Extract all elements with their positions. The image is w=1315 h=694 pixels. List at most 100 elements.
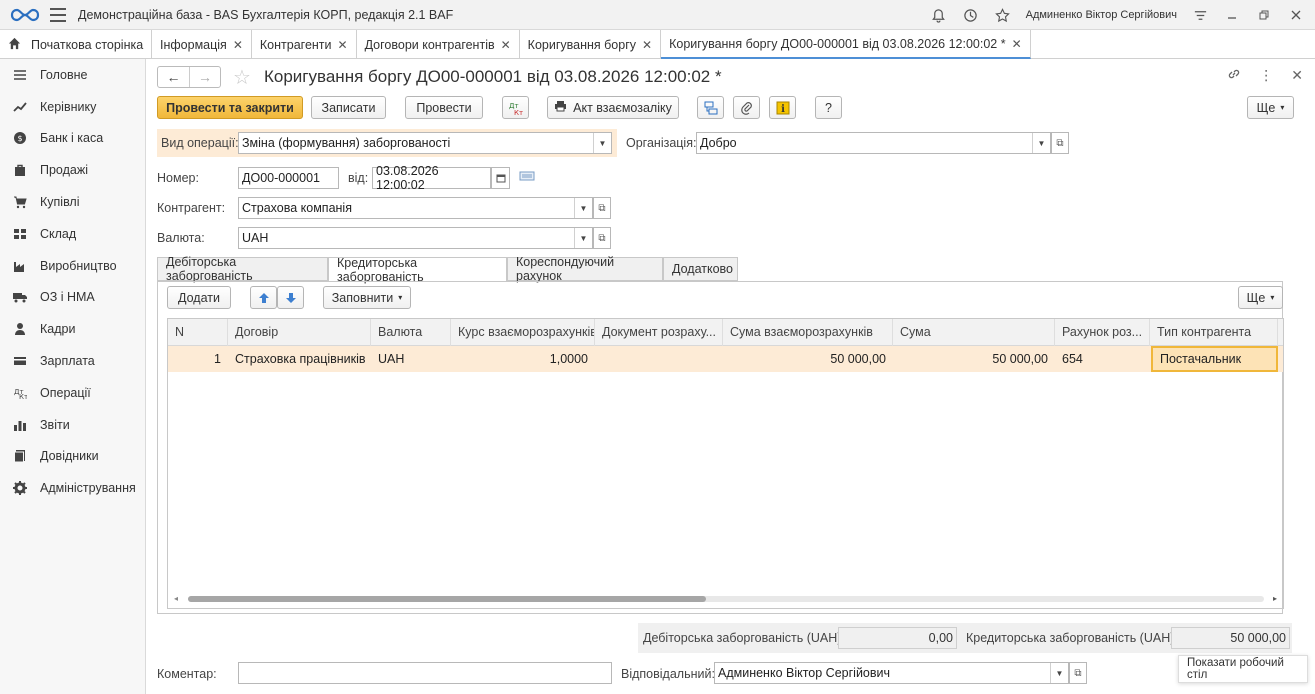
sidebar-item-sales[interactable]: Продажі	[0, 154, 145, 186]
info-button[interactable]: i	[769, 96, 796, 119]
tab-home[interactable]: Початкова сторінка	[0, 30, 152, 59]
comment-input[interactable]	[238, 662, 612, 684]
responsible-select[interactable]: Админенко Віктор Сергійович ▼	[714, 662, 1069, 684]
save-button[interactable]: Записати	[311, 96, 386, 119]
post-button[interactable]: Провести	[405, 96, 483, 119]
more-vertical-icon[interactable]: ⋮	[1259, 67, 1273, 84]
bell-icon[interactable]	[930, 6, 948, 24]
cell-sum[interactable]: 50 000,00	[893, 346, 1055, 372]
restore-icon[interactable]	[1255, 6, 1273, 24]
mutual-offset-act-button[interactable]: Акт взаємозаліку	[547, 96, 679, 119]
tab-receivables[interactable]: Дебіторська заборгованість	[157, 255, 328, 283]
sidebar-item-bank[interactable]: $ Банк і каса	[0, 123, 145, 155]
currency-select[interactable]: UAH ▼	[238, 227, 593, 249]
tab-debt-adjustments[interactable]: Коригування боргу ✕	[520, 30, 662, 59]
sidebar-item-catalogs[interactable]: Довідники	[0, 441, 145, 473]
attach-button[interactable]	[733, 96, 760, 119]
favorite-star-icon[interactable]: ☆	[233, 65, 251, 90]
scroll-right-icon[interactable]: ▸	[1273, 594, 1277, 603]
app-logo-icon[interactable]	[10, 5, 42, 25]
chevron-down-icon[interactable]: ▼	[1032, 133, 1050, 153]
cell-n[interactable]: 1	[168, 346, 228, 372]
settings-menu-icon[interactable]	[1191, 6, 1209, 24]
sidebar-item-hr[interactable]: Кадри	[0, 313, 145, 345]
sidebar-item-fixed-assets[interactable]: ОЗ і НМА	[0, 282, 145, 314]
column-header-n[interactable]: N	[168, 319, 228, 346]
date-input[interactable]: 03.08.2026 12:00:02	[372, 164, 491, 192]
close-tab-icon[interactable]: ✕	[338, 38, 348, 52]
open-contractor-icon[interactable]: ⧉	[593, 197, 611, 219]
column-header-settlement-sum[interactable]: Сума взаєморозрахунків	[723, 319, 893, 346]
structure-button[interactable]	[697, 96, 724, 119]
close-tab-icon[interactable]: ✕	[501, 38, 511, 52]
tab-contractors[interactable]: Контрагенти ✕	[252, 30, 357, 59]
chevron-down-icon[interactable]: ▼	[1050, 663, 1068, 683]
column-header-contractor-type[interactable]: Тип контрагента	[1150, 319, 1278, 346]
close-form-icon[interactable]: ✕	[1291, 67, 1303, 84]
organization-select[interactable]: Добро ▼	[696, 132, 1051, 154]
dt-kt-button[interactable]: Дт Кт	[502, 96, 529, 119]
cell-rate[interactable]: 1,0000	[451, 346, 595, 372]
tab-corresponding-account[interactable]: Кореспондуючий рахунок	[507, 255, 663, 283]
column-header-document[interactable]: Документ розраху...	[595, 319, 723, 346]
close-tab-icon[interactable]: ✕	[1012, 37, 1022, 51]
chevron-down-icon[interactable]: ▼	[574, 198, 592, 218]
cell-currency[interactable]: UAH	[371, 346, 451, 372]
show-desktop-tooltip[interactable]: Показати робочий стіл	[1178, 655, 1308, 683]
column-header-rate[interactable]: Курс взаєморозрахунків	[451, 319, 595, 346]
tab-contracts[interactable]: Договори контрагентів ✕	[357, 30, 520, 59]
back-arrow-icon[interactable]: ←	[158, 67, 189, 87]
operation-type-select[interactable]: Зміна (формування) заборгованості ▼	[238, 132, 612, 154]
chevron-down-icon[interactable]: ▼	[574, 228, 592, 248]
sidebar-item-admin[interactable]: Адміністрування	[0, 472, 145, 504]
table-more-button[interactable]: Ще ▾	[1238, 286, 1283, 309]
tab-payables[interactable]: Кредиторська заборгованість	[328, 256, 507, 284]
column-header-account[interactable]: Рахунок роз...	[1055, 319, 1150, 346]
sidebar-item-warehouse[interactable]: Склад	[0, 218, 145, 250]
tab-info[interactable]: Інформація ✕	[152, 30, 252, 59]
close-window-icon[interactable]	[1287, 6, 1305, 24]
sidebar-item-main[interactable]: Головне	[0, 59, 145, 91]
close-tab-icon[interactable]: ✕	[642, 38, 652, 52]
tab-debt-adjustment-doc[interactable]: Коригування боргу ДО00-000001 від 03.08.…	[661, 30, 1031, 59]
cell-settlement-sum[interactable]: 50 000,00	[723, 346, 893, 372]
forward-arrow-icon[interactable]: →	[189, 67, 220, 87]
sidebar-item-manager[interactable]: Керівнику	[0, 91, 145, 123]
fill-button[interactable]: Заповнити ▾	[323, 286, 411, 309]
cell-contractor-type[interactable]: Постачальник	[1151, 346, 1278, 372]
cell-contract[interactable]: Страховка працівників	[228, 346, 371, 372]
add-row-button[interactable]: Додати	[167, 286, 231, 309]
cell-account[interactable]: 654	[1055, 346, 1150, 372]
favorites-star-icon[interactable]	[994, 6, 1012, 24]
help-button[interactable]: ?	[815, 96, 842, 119]
close-tab-icon[interactable]: ✕	[233, 38, 243, 52]
calendar-icon[interactable]	[491, 167, 510, 189]
sidebar-item-production[interactable]: Виробництво	[0, 250, 145, 282]
contractor-select[interactable]: Страхова компанія ▼	[238, 197, 593, 219]
link-icon[interactable]	[1227, 67, 1241, 84]
column-header-currency[interactable]: Валюта	[371, 319, 451, 346]
move-up-button[interactable]	[250, 286, 277, 309]
main-menu-icon[interactable]	[50, 7, 66, 22]
cell-document[interactable]	[595, 346, 723, 372]
open-responsible-icon[interactable]: ⧉	[1069, 662, 1087, 684]
open-currency-icon[interactable]: ⧉	[593, 227, 611, 249]
horizontal-scrollbar[interactable]	[188, 596, 1264, 602]
more-actions-button[interactable]: Ще ▾	[1247, 96, 1294, 119]
scroll-left-icon[interactable]: ◂	[174, 594, 178, 603]
sidebar-item-salary[interactable]: Зарплата	[0, 345, 145, 377]
scrollbar-thumb[interactable]	[188, 596, 706, 602]
column-header-contract[interactable]: Договір	[228, 319, 371, 346]
sidebar-item-operations[interactable]: Дт Кт Операції	[0, 377, 145, 409]
keyboard-icon[interactable]	[519, 170, 535, 185]
column-header-sum[interactable]: Сума	[893, 319, 1055, 346]
open-organization-icon[interactable]: ⧉	[1051, 132, 1069, 154]
history-icon[interactable]	[962, 6, 980, 24]
post-and-close-button[interactable]: Провести та закрити	[157, 96, 303, 119]
current-user[interactable]: Админенко Віктор Сергійович	[1026, 9, 1177, 21]
number-input[interactable]: ДО00-000001	[238, 167, 339, 189]
table-row[interactable]: 1 Страховка працівників UAH 1,0000 50 00…	[168, 346, 1283, 372]
chevron-down-icon[interactable]: ▼	[593, 133, 611, 153]
sidebar-item-purchases[interactable]: Купівлі	[0, 186, 145, 218]
minimize-icon[interactable]	[1223, 6, 1241, 24]
